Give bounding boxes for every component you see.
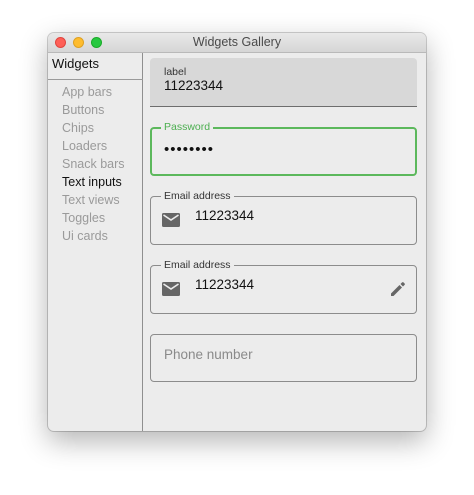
sidebar-item-loaders[interactable]: Loaders	[62, 139, 107, 153]
edit-icon[interactable]	[389, 280, 407, 298]
filled-field-label: label	[164, 66, 187, 78]
sidebar-item-ui-cards[interactable]: Ui cards	[62, 229, 108, 243]
filled-field-value: 11223344	[164, 78, 224, 93]
password-field-label: Password	[161, 121, 214, 133]
password-field-value: ••••••••	[164, 141, 215, 158]
sidebar-item-chips[interactable]: Chips	[62, 121, 94, 135]
password-field[interactable]: Password ••••••••	[150, 121, 417, 176]
mail-icon	[162, 213, 180, 227]
phone-number-field[interactable]: Phone number	[150, 334, 417, 382]
email-field-editable-label: Email address	[161, 259, 234, 271]
window-title: Widgets Gallery	[192, 35, 282, 49]
email-field-label: Email address	[161, 190, 234, 202]
sidebar-header: Widgets	[52, 56, 99, 71]
sidebar-item-text-views[interactable]: Text views	[62, 193, 120, 207]
phone-number-placeholder: Phone number	[164, 347, 253, 362]
sidebar-item-buttons[interactable]: Buttons	[62, 103, 104, 117]
filled-text-field[interactable]: label 11223344	[150, 58, 417, 107]
sidebar: Widgets App bars Buttons Chips Loaders S…	[48, 53, 143, 431]
sidebar-item-toggles[interactable]: Toggles	[62, 211, 105, 225]
email-field-editable-value: 11223344	[195, 277, 255, 292]
app-window: Widgets Gallery Widgets App bars Buttons…	[48, 33, 426, 431]
mail-icon	[162, 282, 180, 296]
sidebar-divider	[48, 79, 143, 80]
title-bar[interactable]: Widgets Gallery	[48, 33, 426, 53]
sidebar-item-app-bars[interactable]: App bars	[62, 85, 112, 99]
sidebar-item-snack-bars[interactable]: Snack bars	[62, 157, 125, 171]
email-field-editable[interactable]: Email address 11223344	[150, 259, 417, 314]
email-field[interactable]: Email address 11223344	[150, 190, 417, 245]
sidebar-item-text-inputs[interactable]: Text inputs	[62, 175, 122, 189]
email-field-value: 11223344	[195, 208, 255, 223]
